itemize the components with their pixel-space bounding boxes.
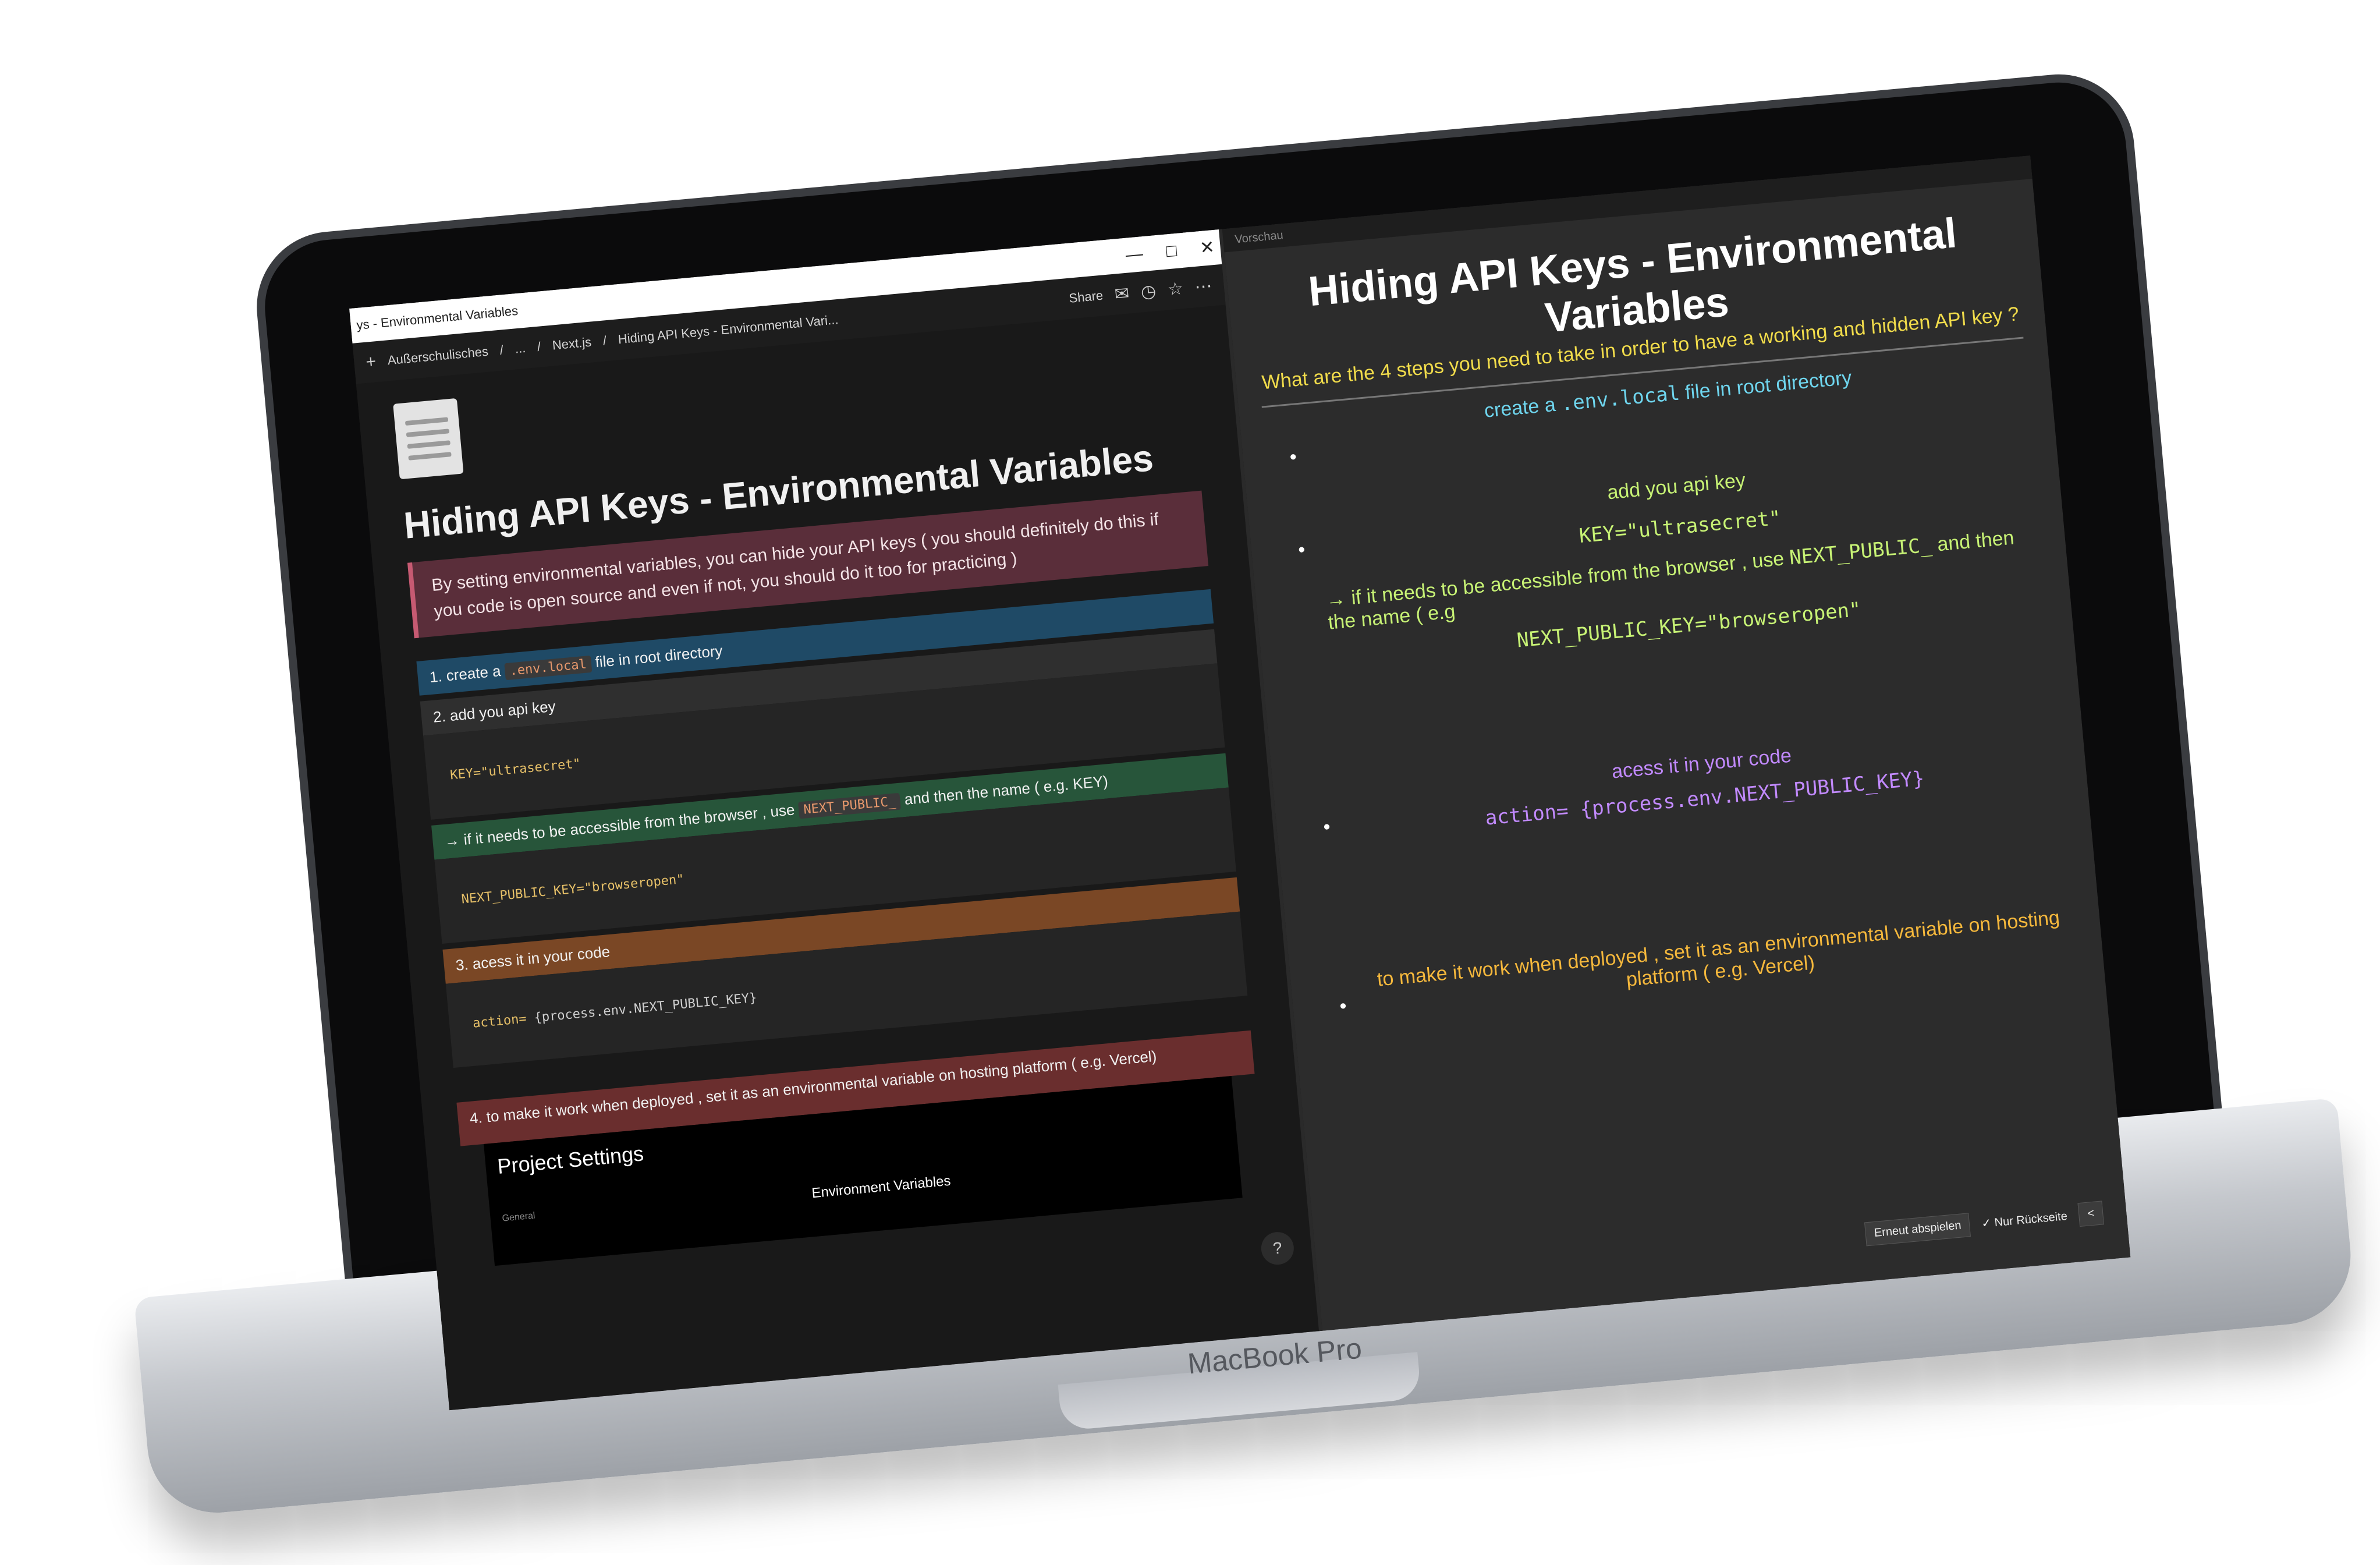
preview-bottom-bar: Erneut abspielen ✓ Nur Rückseite < (1864, 1201, 2104, 1247)
more-icon[interactable]: ⋯ (1194, 275, 1213, 298)
breadcrumb-item-0[interactable]: Außerschulisches (387, 344, 489, 369)
breadcrumb-item-3[interactable]: Hiding API Keys - Environmental Vari... (618, 312, 839, 347)
plus-icon[interactable]: + (365, 352, 377, 372)
window-title: ys - Environmental Variables (356, 303, 519, 332)
help-button[interactable]: ? (1260, 1230, 1296, 1266)
embed-general: General (501, 1210, 536, 1224)
notion-window: ys - Environmental Variables — □ ✕ + Auß… (349, 229, 1323, 1411)
share-button[interactable]: Share (1068, 288, 1104, 306)
minimize-button[interactable]: — (1124, 236, 1144, 272)
answer-item-4: • to make it work when deployed , set it… (1338, 907, 2061, 1018)
comment-icon[interactable]: ✉ (1113, 283, 1130, 304)
star-icon[interactable]: ☆ (1166, 278, 1184, 300)
back-button[interactable]: < (2077, 1201, 2104, 1227)
backside-checkbox[interactable]: ✓ Nur Rückseite (1981, 1209, 2068, 1231)
answer-item-3: • acess it in your code action= {process… (1322, 744, 1925, 838)
inline-code: NEXT_PUBLIC_ (798, 792, 902, 819)
breadcrumb-item-2[interactable]: Next.js (552, 335, 592, 353)
replay-button[interactable]: Erneut abspielen (1864, 1213, 1971, 1247)
maximize-button[interactable]: □ (1165, 233, 1178, 269)
embed-env: Environment Variables (811, 1173, 952, 1202)
answer-item-2: • add you api key KEY="ultrasecret" → if… (1297, 469, 2015, 653)
clock-icon[interactable]: ◷ (1140, 281, 1157, 302)
close-button[interactable]: ✕ (1198, 230, 1216, 266)
page-receipt-icon (393, 398, 464, 480)
preview-window: Vorschau Hiding API Keys - Environmental… (1222, 155, 2131, 1331)
laptop-screen: ys - Environmental Variables — □ ✕ + Auß… (349, 155, 2131, 1411)
inline-code: .env.local (504, 655, 592, 681)
breadcrumb-item-1[interactable]: ... (515, 341, 527, 357)
